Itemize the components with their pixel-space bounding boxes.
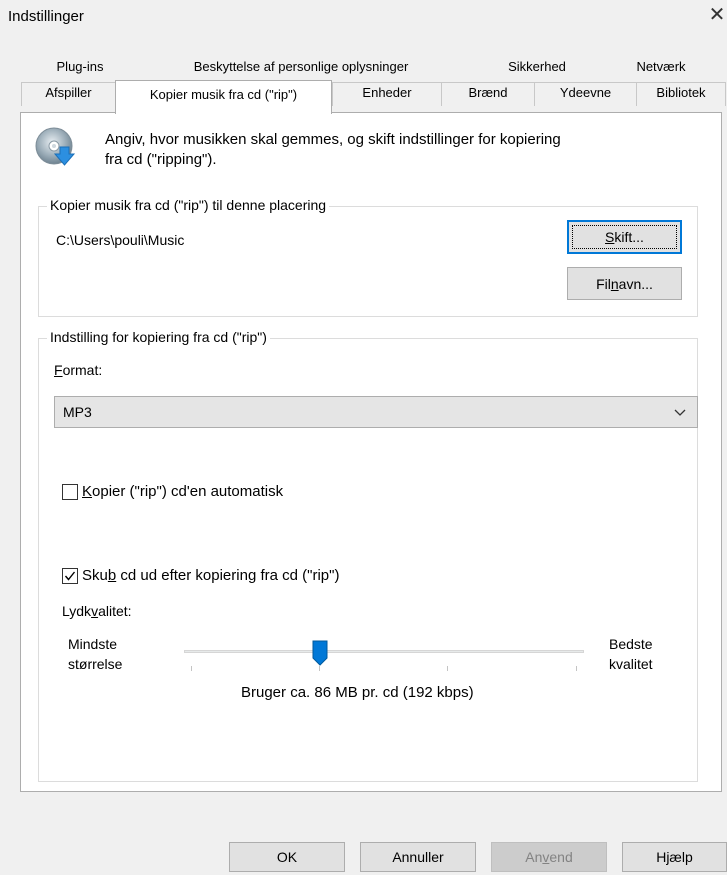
tab-security[interactable]: Sikkerhed — [472, 57, 602, 79]
audio-quality-label-start: Lydk — [62, 603, 92, 619]
format-select-value: MP3 — [63, 404, 92, 420]
header-description-line1: Angiv, hvor musikken skal gemmes, og ski… — [105, 131, 561, 148]
tab-performance[interactable]: Ydeevne — [534, 82, 636, 106]
auto-rip-checkbox[interactable] — [62, 484, 78, 500]
audio-quality-slider-thumb[interactable] — [312, 640, 328, 666]
tab-devices[interactable]: Enheder — [332, 82, 441, 106]
quality-min-line2: størrelse — [68, 656, 123, 672]
rip-settings-group-label: Indstilling for kopiering fra cd ("rip") — [47, 329, 270, 345]
help-button[interactable]: Hjælp — [622, 842, 727, 872]
change-location-button[interactable]: Skift... — [567, 220, 682, 254]
filename-button-label-end: avn... — [618, 275, 653, 292]
quality-summary: Bruger ca. 86 MB pr. cd (192 kbps) — [241, 684, 474, 701]
auto-rip-label[interactable]: Kopier ("rip") cd'en automatisk — [82, 483, 283, 500]
audio-quality-slider-track[interactable] — [184, 650, 584, 653]
tab-burn[interactable]: Brænd — [441, 82, 534, 106]
auto-rip-label-text: opier ("rip") cd'en automatisk — [92, 483, 284, 500]
filename-button-label-start: Fil — [596, 275, 611, 292]
auto-rip-label-mnemonic: K — [82, 483, 93, 500]
rip-location-group-label: Kopier musik fra cd ("rip") til denne pl… — [47, 197, 330, 213]
tab-network[interactable]: Netværk — [602, 57, 720, 79]
checkmark-icon — [64, 571, 76, 581]
format-select[interactable]: MP3 — [54, 396, 698, 428]
filename-button-mnemonic: n — [610, 275, 619, 292]
close-icon[interactable]: ✕ — [706, 2, 727, 28]
eject-label-mnemonic: b — [107, 567, 117, 584]
cancel-button[interactable]: Annuller — [360, 842, 476, 872]
slider-tick — [576, 666, 577, 671]
audio-quality-label-mnemonic: v — [91, 603, 99, 619]
header-description-line2: fra cd ("ripping"). — [105, 151, 217, 168]
focus-indicator — [572, 225, 677, 249]
slider-tick — [319, 666, 320, 671]
apply-button-label-end: end — [549, 849, 573, 865]
eject-label-end: cd ud efter kopiering fra cd ("rip") — [116, 567, 340, 584]
quality-max-line1: Bedste — [609, 636, 653, 652]
slider-tick — [447, 666, 448, 671]
window-title: Indstillinger — [8, 8, 84, 25]
tab-player[interactable]: Afspiller — [21, 82, 115, 106]
format-label-text: ormat: — [62, 362, 103, 378]
apply-button[interactable]: Anvend — [491, 842, 607, 872]
ok-button[interactable]: OK — [229, 842, 345, 872]
filename-button[interactable]: Filnavn... — [567, 267, 682, 300]
quality-min-line1: Mindste — [68, 636, 118, 652]
quality-max-line2: kvalitet — [609, 656, 653, 672]
audio-quality-label-end: alitet: — [98, 603, 132, 619]
format-label-mnemonic: F — [54, 362, 63, 378]
eject-label[interactable]: Skub cd ud efter kopiering fra cd ("rip"… — [82, 567, 339, 584]
eject-checkbox[interactable] — [62, 568, 78, 584]
tab-privacy[interactable]: Beskyttelse af personlige oplysninger — [140, 57, 462, 79]
tab-plug-ins[interactable]: Plug-ins — [43, 57, 117, 79]
tab-library[interactable]: Bibliotek — [636, 82, 726, 106]
rip-location-path: C:\Users\pouli\Music — [56, 232, 185, 248]
tab-rip-music[interactable]: Kopier musik fra cd ("rip") — [115, 80, 332, 114]
apply-button-label-start: An — [525, 849, 543, 865]
format-label: Format: — [54, 362, 102, 378]
audio-quality-label: Lydkvalitet: — [62, 603, 132, 619]
slider-tick — [191, 666, 192, 671]
eject-label-start: Sku — [82, 567, 108, 584]
chevron-down-icon — [673, 405, 687, 419]
cd-rip-icon — [34, 125, 78, 169]
